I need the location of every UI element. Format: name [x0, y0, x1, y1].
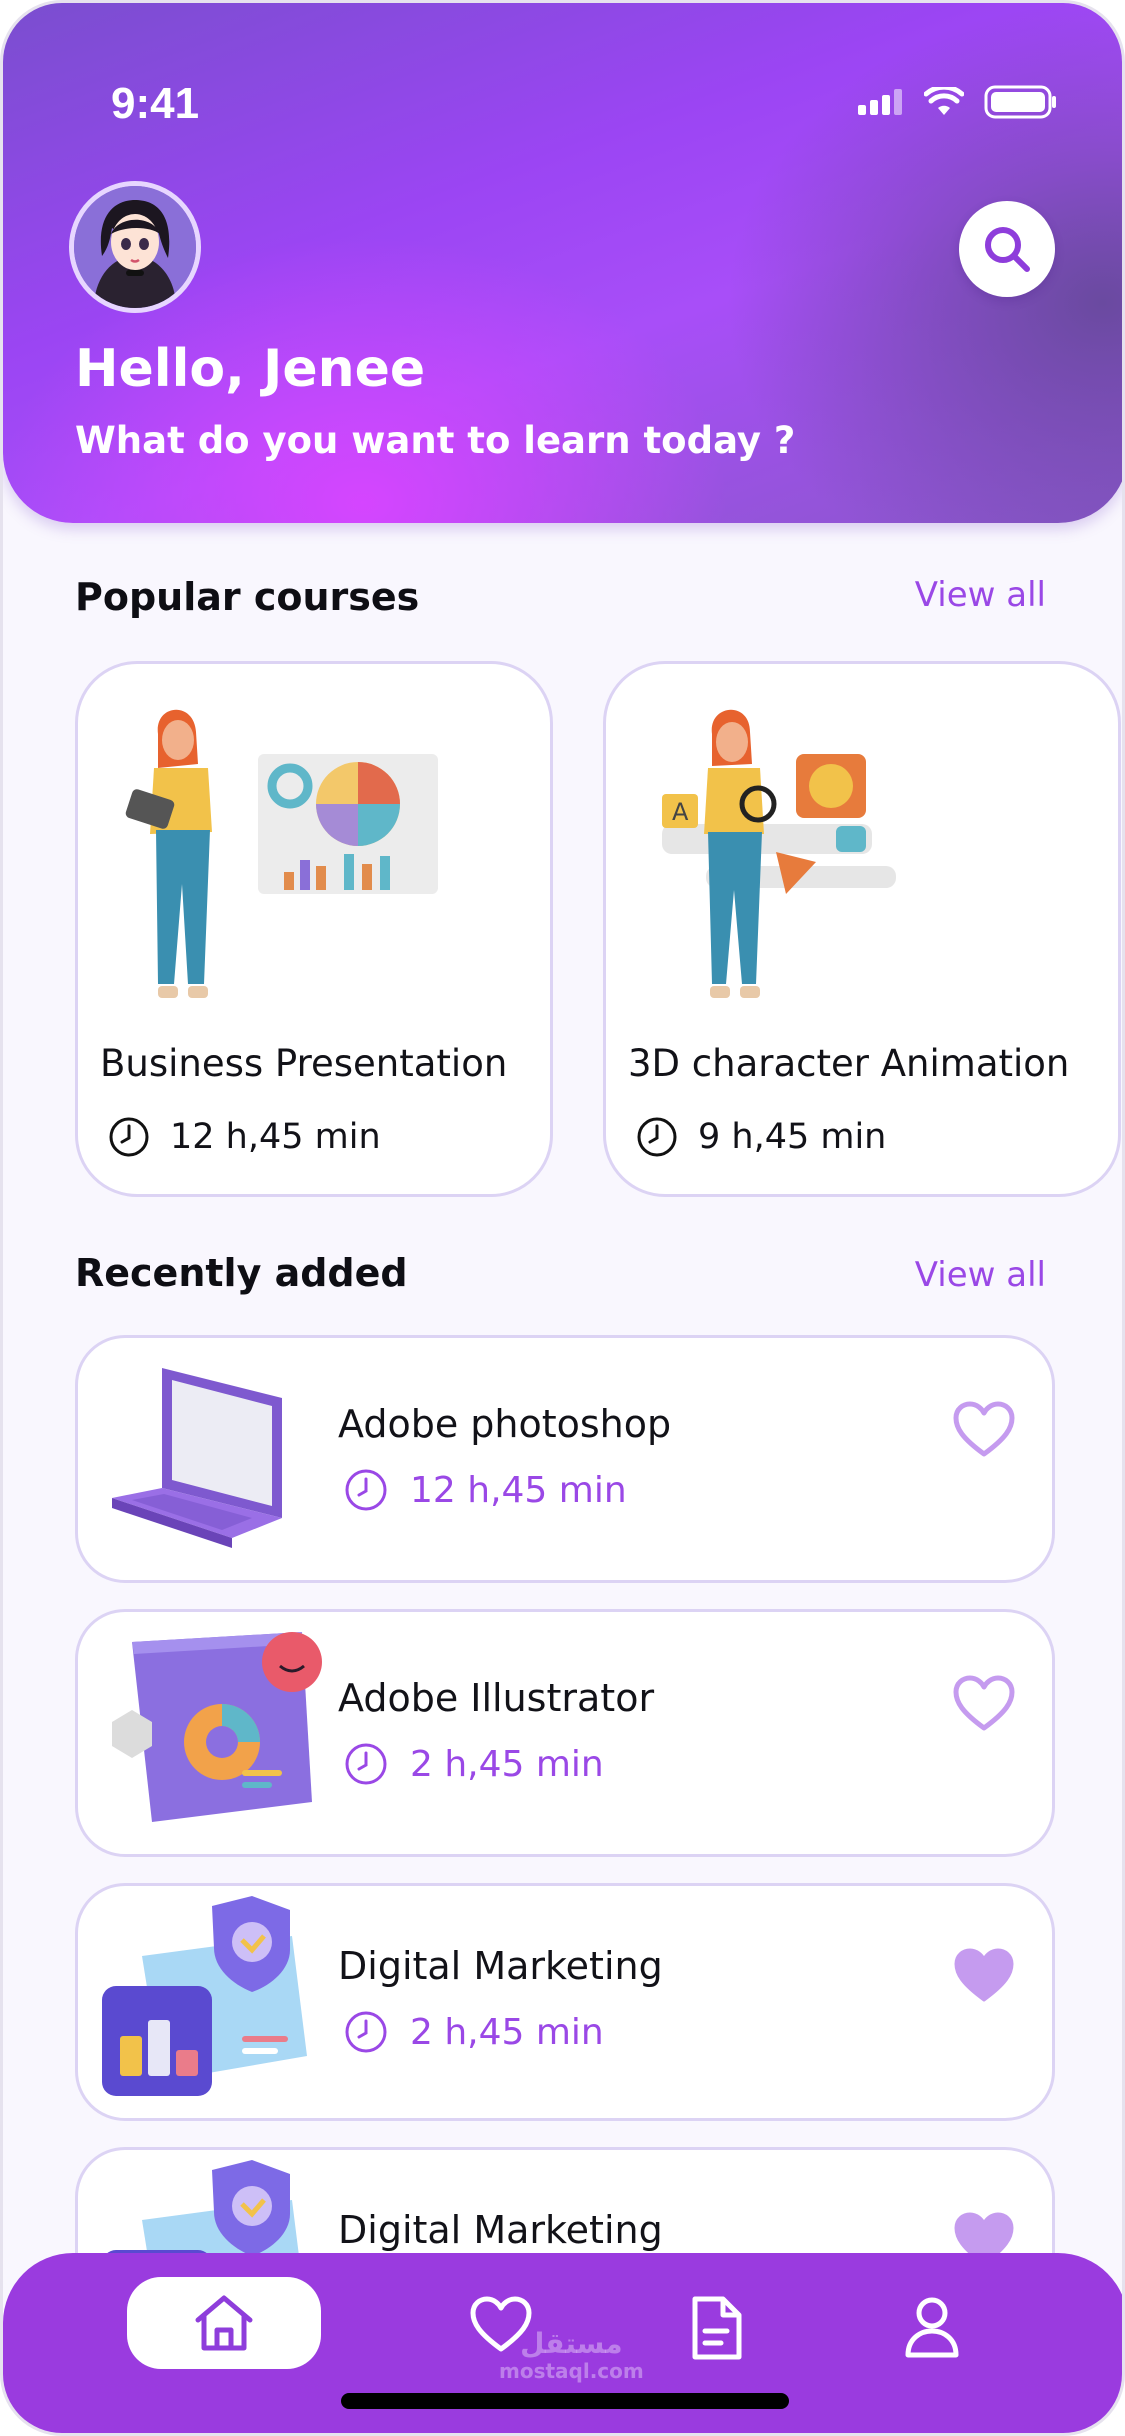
laptop-icon [112, 1368, 282, 1548]
illustrator-3d-icon [112, 1632, 322, 1822]
avatar-portrait-icon [74, 186, 196, 308]
heart-outline-icon[interactable] [952, 1674, 1016, 1732]
popular-view-all-link[interactable]: View all [915, 575, 1046, 615]
clock-icon [637, 1117, 677, 1157]
recently-added-title: Recently added [75, 1251, 408, 1295]
wifi-icon [924, 87, 964, 115]
list-item-digital-marketing[interactable]: Digital Marketing 2 h,45 min [75, 1883, 1055, 2121]
watermark-arabic: مستقل [520, 2327, 623, 2360]
list-item-adobe-photoshop[interactable]: Adobe photoshop 12 h,45 min [75, 1335, 1055, 1583]
signal-icon [858, 89, 902, 115]
course-card-3d-animation[interactable]: A 3D character Animation 9 h,45 min [603, 661, 1121, 1197]
course-title: 3D character Animation [628, 1042, 1070, 1085]
battery-icon [984, 85, 1056, 119]
watermark-latin: mostaql.com [499, 2358, 644, 2383]
course-duration: 12 h,45 min [410, 1469, 627, 1511]
clock-icon [345, 1743, 387, 1785]
marketing-3d-icon [102, 1896, 307, 2096]
status-icons [858, 85, 1058, 119]
course-duration: 12 h,45 min [170, 1117, 381, 1157]
course-name: Adobe photoshop [338, 1402, 672, 1446]
animation-illustration-icon: A [662, 709, 896, 998]
recent-view-all-link[interactable]: View all [915, 1255, 1046, 1295]
home-icon [195, 2295, 253, 2351]
course-duration-row: 12 h,45 min [108, 1116, 381, 1158]
home-indicator [341, 2393, 789, 2409]
user-icon[interactable] [903, 2295, 961, 2359]
course-duration-row: 2 h,45 min [344, 1742, 604, 1786]
presentation-illustration-icon [125, 709, 438, 998]
greeting-title: Hello, Jenee [75, 339, 426, 399]
course-duration: 2 h,45 min [410, 1743, 604, 1785]
avatar[interactable] [69, 181, 201, 313]
course-duration: 9 h,45 min [698, 1117, 887, 1157]
status-time: 9:41 [111, 79, 200, 128]
course-name: Adobe Illustrator [338, 1676, 655, 1720]
clock-icon [345, 2011, 387, 2053]
course-duration-row: 9 h,45 min [636, 1116, 886, 1158]
clock-icon [109, 1117, 149, 1157]
course-duration: 2 h,45 min [410, 2011, 604, 2053]
greeting-subtitle: What do you want to learn today ? [75, 419, 796, 462]
search-icon [985, 227, 1030, 272]
course-duration-row: 2 h,45 min [344, 2010, 604, 2054]
clock-icon [345, 1469, 387, 1511]
document-icon[interactable] [689, 2295, 743, 2361]
phone-screen: 9:41 Hello, Jenee What do you want to le… [0, 0, 1125, 2436]
watermark: مستقل mostaql.com [499, 2327, 644, 2383]
list-item-adobe-illustrator[interactable]: Adobe Illustrator 2 h,45 min [75, 1609, 1055, 1857]
course-name: Digital Marketing [338, 2208, 663, 2252]
popular-courses-title: Popular courses [75, 575, 420, 619]
course-duration-row: 12 h,45 min [344, 1468, 627, 1512]
header: 9:41 Hello, Jenee What do you want to le… [3, 3, 1122, 523]
nav-home-button[interactable] [127, 2277, 321, 2369]
course-name: Digital Marketing [338, 1944, 663, 1988]
heart-outline-icon[interactable] [952, 1400, 1016, 1458]
course-title: Business Presentation [100, 1042, 508, 1085]
svg-text:A: A [672, 798, 689, 826]
heart-filled-icon[interactable] [952, 1946, 1016, 2004]
search-button[interactable] [959, 201, 1055, 297]
course-card-business-presentation[interactable]: Business Presentation 12 h,45 min [75, 661, 553, 1197]
